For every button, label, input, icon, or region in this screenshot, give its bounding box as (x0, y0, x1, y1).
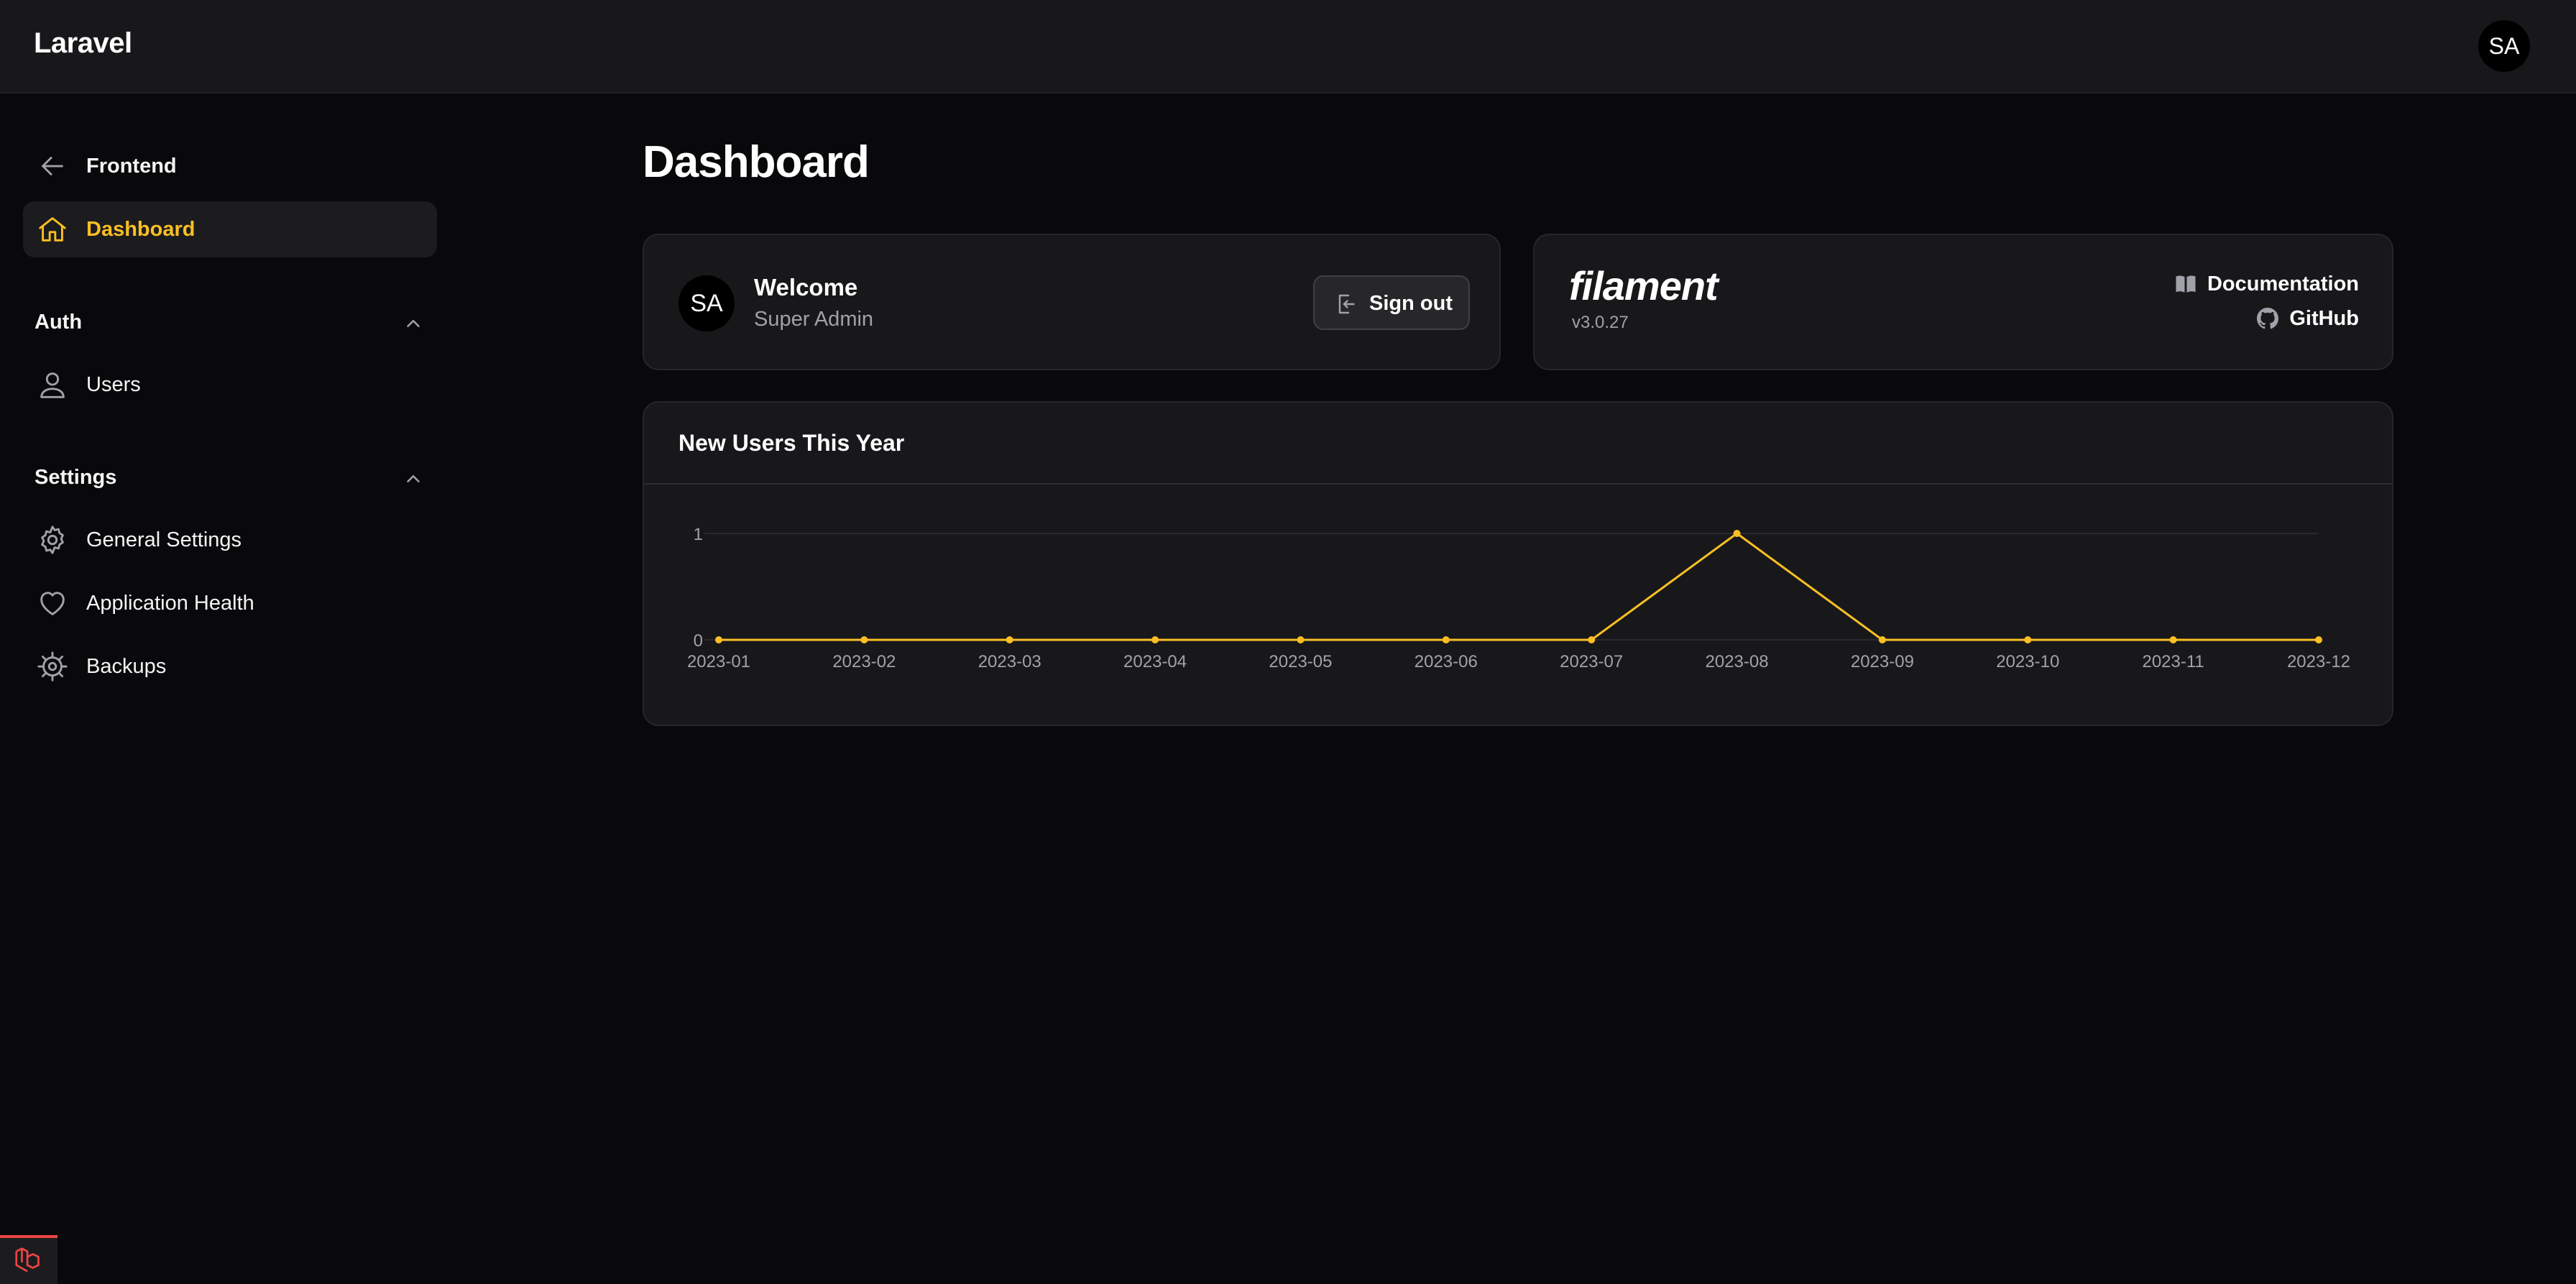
sidebar-item-general-settings[interactable]: General Settings (23, 512, 437, 568)
new-users-chart-widget: New Users This Year 0 1 2023-01 2023-02 2023… (643, 401, 2393, 726)
heart-icon (36, 587, 69, 620)
x-tick-label: 2023-09 (1851, 652, 1914, 671)
data-point (2169, 636, 2177, 643)
data-point (2315, 636, 2322, 643)
home-icon (36, 213, 69, 246)
filament-info-widget: filament v3.0.27 (1533, 234, 2393, 370)
data-point (1297, 636, 1305, 643)
data-point (1878, 636, 1886, 643)
laravel-debug-icon[interactable] (0, 1235, 58, 1284)
user-avatar[interactable]: SA (2478, 20, 2530, 72)
welcome-user-name: Super Admin (754, 308, 874, 331)
sidebar-item-label: Dashboard (86, 217, 196, 241)
brand-logo[interactable]: Laravel (34, 27, 132, 60)
sidebar-item-label: Application Health (86, 591, 254, 615)
y-tick-label: 1 (694, 525, 703, 544)
nav-group-settings[interactable]: Settings (23, 457, 437, 500)
data-point (1006, 636, 1013, 643)
nav-group-label: Auth (34, 311, 83, 334)
data-point (1151, 636, 1159, 643)
topbar: Laravel SA (0, 0, 2576, 93)
documentation-label: Documentation (2207, 272, 2359, 295)
github-link[interactable]: GitHub (2255, 304, 2359, 333)
sidebar-item-application-health[interactable]: Application Health (23, 575, 437, 631)
nav-group-label: Settings (34, 466, 117, 489)
arrow-left-icon (36, 150, 69, 183)
x-tick-label: 2023-07 (1560, 652, 1623, 671)
x-tick-label: 2023-02 (832, 652, 896, 671)
sidebar-item-frontend[interactable]: Frontend (23, 138, 437, 194)
data-point (1733, 530, 1741, 537)
x-tick-label: 2023-12 (2287, 652, 2350, 671)
sign-out-label: Sign out (1369, 292, 1453, 315)
x-tick-label: 2023-06 (1414, 652, 1478, 671)
github-label: GitHub (2289, 306, 2359, 330)
welcome-widget: SA Welcome Super Admin Sign out (643, 234, 1501, 370)
x-tick-label: 2023-10 (1996, 652, 2059, 671)
series-line (719, 532, 2319, 641)
line-chart: 0 1 2023-01 2023-02 2023-03 2023-04 2023-05 202… (687, 525, 2350, 671)
github-icon (2255, 306, 2281, 331)
data-point (860, 636, 868, 643)
sidebar-item-label: Frontend (86, 154, 177, 178)
book-icon (2173, 271, 2199, 297)
x-tick-label: 2023-11 (2142, 652, 2204, 671)
y-tick-label: 0 (694, 631, 703, 651)
x-tick-label: 2023-03 (978, 652, 1041, 671)
cog-wheel-icon (36, 650, 69, 683)
sidebar-item-dashboard[interactable]: Dashboard (23, 201, 437, 257)
data-point (2024, 636, 2032, 643)
sidebar-item-backups[interactable]: Backups (23, 638, 437, 694)
sidebar-item-users[interactable]: Users (23, 357, 437, 413)
sidebar: Frontend Dashboard Auth Users Settings G… (0, 93, 460, 1284)
gear-icon (36, 523, 69, 556)
sidebar-item-label: Users (86, 372, 141, 396)
data-point (715, 636, 722, 643)
filament-logo[interactable]: filament (1569, 262, 1719, 309)
x-tick-label: 2023-08 (1706, 652, 1769, 671)
documentation-link[interactable]: Documentation (2173, 270, 2359, 298)
page-title: Dashboard (643, 137, 870, 187)
x-tick-label: 2023-01 (687, 652, 750, 671)
chart-title: New Users This Year (678, 430, 905, 456)
sign-out-icon (1333, 291, 1359, 317)
x-tick-label: 2023-05 (1269, 652, 1332, 671)
sign-out-button[interactable]: Sign out (1313, 275, 1470, 330)
chevron-up-icon[interactable] (402, 313, 424, 334)
nav-group-auth[interactable]: Auth (23, 302, 437, 345)
sidebar-item-label: General Settings (86, 528, 242, 551)
chevron-up-icon[interactable] (402, 468, 424, 490)
avatar: SA (678, 275, 735, 331)
filament-version: v3.0.27 (1572, 313, 1629, 332)
data-point (1442, 636, 1450, 643)
x-tick-label: 2023-04 (1123, 652, 1187, 671)
welcome-title: Welcome (754, 274, 858, 301)
sidebar-item-label: Backups (86, 654, 167, 678)
data-point (1588, 636, 1596, 643)
user-icon (36, 368, 69, 401)
